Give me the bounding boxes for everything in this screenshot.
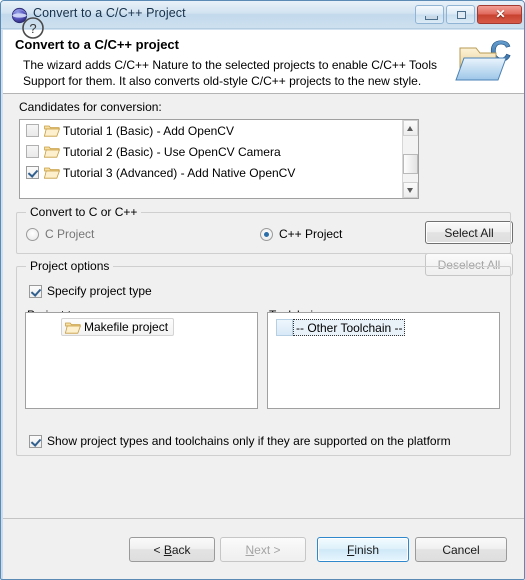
specify-project-type-checkbox[interactable]: Specify project type (29, 284, 152, 298)
list-item[interactable]: Tutorial 3 (Advanced) - Add Native OpenC… (20, 162, 418, 183)
cancel-button-label: Cancel (442, 542, 480, 557)
project-type-item[interactable]: Makefile project (61, 318, 175, 336)
checkbox-icon (29, 434, 42, 448)
candidate-checkbox[interactable] (26, 166, 39, 179)
scroll-down-button[interactable] (403, 182, 418, 198)
dialog-window: Convert to a C/C++ Project ✕ Convert to … (0, 0, 525, 580)
dialog-body: Candidates for conversion: Tutorial 1 (B… (3, 94, 524, 518)
project-options-title: Project options (26, 259, 114, 273)
list-item[interactable]: Tutorial 1 (Basic) - Add OpenCV (20, 120, 418, 141)
list-item-label: Tutorial 3 (Advanced) - Add Native OpenC… (63, 165, 296, 180)
convert-group: Convert to C or C++ C Project C++ Projec… (16, 205, 511, 254)
candidate-checkbox[interactable] (26, 124, 39, 137)
page-description: The wizard adds C/C++ Nature to the sele… (23, 58, 438, 88)
back-button[interactable]: < Back (129, 537, 215, 562)
show-supported-checkbox[interactable]: Show project types and toolchains only i… (29, 434, 451, 448)
checkbox-label: Show project types and toolchains only i… (47, 434, 451, 448)
minimize-icon (425, 16, 438, 20)
toolchain-icon (276, 319, 293, 336)
finish-button-label: Finish (346, 542, 380, 557)
close-button[interactable]: ✕ (477, 5, 522, 24)
candidates-label: Candidates for conversion: (19, 100, 162, 114)
toolchain-item[interactable]: -- Other Toolchain -- (276, 318, 406, 337)
question-mark-icon[interactable]: ? (21, 16, 45, 40)
next-button-label: Next > (245, 542, 281, 557)
minimize-button[interactable] (415, 5, 444, 24)
list-item[interactable]: Tutorial 2 (Basic) - Use OpenCV Camera (20, 141, 418, 162)
folder-c-banner-icon: C (454, 32, 516, 90)
scrollbar-thumb[interactable] (403, 154, 418, 174)
next-button[interactable]: Next > (220, 537, 306, 562)
project-type-listbox[interactable]: Makefile project (25, 312, 258, 409)
folder-icon (43, 145, 60, 158)
radio-icon (260, 227, 273, 241)
finish-button[interactable]: Finish (317, 537, 409, 562)
close-icon: ✕ (495, 7, 506, 21)
toolchains-listbox[interactable]: -- Other Toolchain -- (267, 312, 500, 409)
radio-label: C++ Project (279, 227, 343, 241)
maximize-button[interactable] (446, 5, 475, 24)
chevron-down-icon (407, 188, 413, 193)
folder-icon (64, 321, 81, 334)
window-title: Convert to a C/C++ Project (33, 6, 186, 20)
maximize-icon (457, 11, 466, 19)
checkbox-icon (29, 284, 42, 298)
candidates-listbox[interactable]: Tutorial 1 (Basic) - Add OpenCV Tutorial… (19, 119, 419, 199)
back-button-label: < Back (153, 542, 191, 557)
scroll-up-button[interactable] (403, 120, 418, 136)
cancel-button[interactable]: Cancel (415, 537, 507, 562)
candidate-checkbox[interactable] (26, 145, 39, 158)
checkbox-label: Specify project type (47, 284, 152, 298)
radio-label: C Project (45, 227, 95, 241)
list-item-label: Tutorial 2 (Basic) - Use OpenCV Camera (63, 144, 281, 159)
list-item-label: Tutorial 1 (Basic) - Add OpenCV (63, 123, 234, 138)
radio-c-project[interactable]: C Project (26, 227, 94, 241)
toolchain-item-label: -- Other Toolchain -- (293, 319, 406, 336)
convert-group-title: Convert to C or C++ (26, 205, 142, 219)
candidates-scrollbar[interactable] (402, 120, 418, 198)
wizard-header: Convert to a C/C++ project The wizard ad… (3, 30, 524, 94)
window-controls: ✕ (415, 5, 522, 24)
folder-icon (43, 124, 60, 137)
svg-text:?: ? (29, 21, 36, 36)
folder-icon (43, 166, 60, 179)
radio-cpp-project[interactable]: C++ Project (260, 227, 342, 241)
project-type-item-label: Makefile project (84, 320, 169, 334)
chevron-up-icon (407, 126, 413, 131)
radio-icon (26, 227, 39, 241)
title-bar: Convert to a C/C++ Project ✕ (1, 1, 524, 29)
